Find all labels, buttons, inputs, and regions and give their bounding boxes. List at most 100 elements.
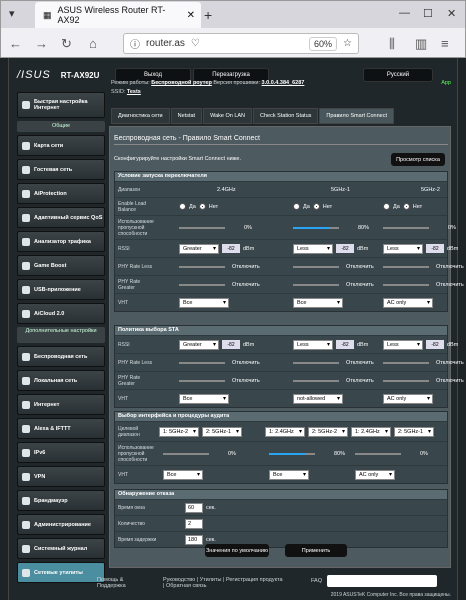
phy-rate-slider[interactable] bbox=[179, 361, 225, 364]
rssi-value[interactable]: -82 bbox=[222, 340, 240, 349]
sidebar-item[interactable]: VPN bbox=[17, 466, 105, 487]
minimize-icon[interactable]: — bbox=[399, 7, 410, 19]
load-balance-no-radio[interactable] bbox=[198, 203, 206, 210]
sidebar-item[interactable]: Alexa & IFTTT bbox=[17, 418, 105, 439]
sidebar-item[interactable]: AiProtection bbox=[17, 183, 105, 204]
close-window-icon[interactable]: ✕ bbox=[447, 7, 456, 20]
back-icon[interactable]: ← bbox=[9, 36, 22, 51]
sidebar-item[interactable]: Беспроводная сеть bbox=[17, 346, 105, 367]
app-link[interactable]: App bbox=[441, 80, 451, 86]
close-tab-icon[interactable]: ✕ bbox=[187, 10, 195, 21]
bandwidth-slider[interactable] bbox=[269, 452, 315, 455]
target-band-select[interactable]: 2: 5GHz-1 bbox=[202, 426, 242, 437]
bounce-input[interactable]: 2 bbox=[185, 518, 203, 529]
sidebar-item[interactable]: IPv6 bbox=[17, 442, 105, 463]
rssi-compare-select[interactable]: Greater bbox=[179, 243, 219, 254]
tab-4[interactable]: Правило Smart Connect bbox=[319, 108, 395, 124]
rssi-value[interactable]: -82 bbox=[336, 244, 354, 253]
bandwidth-slider[interactable] bbox=[383, 226, 429, 229]
rssi-compare-select[interactable]: Less bbox=[293, 243, 333, 254]
rssi-compare-select[interactable]: Less bbox=[293, 339, 333, 350]
target-band-select[interactable]: 1: 2.4GHz bbox=[265, 426, 305, 437]
target-band-select[interactable]: 1: 2.4GHz bbox=[351, 426, 391, 437]
phy-rate-slider[interactable] bbox=[179, 283, 225, 286]
sidebar-item[interactable]: Гостевая сеть bbox=[17, 159, 105, 180]
phy-rate-slider[interactable] bbox=[383, 283, 429, 286]
firmware-link[interactable]: 3.0.0.4.384_6287 bbox=[262, 80, 305, 86]
apply-button[interactable]: Применить bbox=[285, 544, 347, 557]
ssid-link[interactable]: Tests bbox=[127, 89, 141, 95]
tab-2[interactable]: Wake On LAN bbox=[203, 108, 253, 124]
sidebar-item[interactable]: AiCloud 2.0 bbox=[17, 303, 105, 324]
rssi-compare-select[interactable]: Greater bbox=[179, 339, 219, 350]
reload-icon[interactable]: ↻ bbox=[61, 36, 72, 52]
vht-select[interactable]: Все bbox=[293, 297, 343, 308]
bandwidth-slider[interactable] bbox=[293, 226, 339, 229]
sidebar-item-quick-setup[interactable]: Быстрая настройка Интернет bbox=[17, 92, 105, 118]
target-band-select[interactable]: 2: 5GHz-2 bbox=[308, 426, 348, 437]
bulb-icon[interactable]: ♡ bbox=[191, 38, 200, 49]
sidebar-item[interactable]: USB-приложение bbox=[17, 279, 105, 300]
op-mode-link[interactable]: Беспроводной роутер bbox=[151, 80, 212, 86]
phy-rate-slider[interactable] bbox=[179, 265, 225, 268]
rssi-compare-select[interactable]: Less bbox=[383, 243, 423, 254]
bookmark-icon[interactable]: ☆ bbox=[343, 38, 352, 49]
sidebar-item[interactable]: Адаптивный сервис QoS bbox=[17, 207, 105, 228]
sidebar-item[interactable]: Интернет bbox=[17, 394, 105, 415]
rssi-value[interactable]: -82 bbox=[336, 340, 354, 349]
load-balance-no-radio[interactable] bbox=[312, 203, 320, 210]
sidebar-item[interactable]: Карта сети bbox=[17, 135, 105, 156]
bounce-input[interactable]: 180 bbox=[185, 534, 203, 545]
tab-1[interactable]: Netstat bbox=[170, 108, 203, 124]
sidebar-item[interactable]: Game Boost bbox=[17, 255, 105, 276]
vht-select[interactable]: Все bbox=[163, 469, 203, 480]
load-balance-yes-radio[interactable] bbox=[293, 203, 300, 210]
view-list-button[interactable]: Просмотр списка bbox=[391, 153, 445, 166]
home-icon[interactable]: ⌂ bbox=[89, 36, 97, 51]
library-icon[interactable]: ⫼ bbox=[389, 36, 395, 52]
load-balance-no-radio[interactable] bbox=[402, 203, 410, 210]
vht-select[interactable]: Все bbox=[179, 297, 229, 308]
tab-0[interactable]: Диагностика сети bbox=[111, 108, 170, 124]
vht-select[interactable]: AC only bbox=[355, 469, 395, 480]
faq-search-input[interactable] bbox=[327, 575, 437, 587]
bandwidth-slider[interactable] bbox=[163, 452, 209, 455]
sidebar-item[interactable]: Системный журнал bbox=[17, 538, 105, 559]
phy-rate-slider[interactable] bbox=[383, 379, 429, 382]
new-tab-icon[interactable]: + bbox=[204, 7, 212, 23]
load-balance-yes-radio[interactable] bbox=[383, 203, 390, 210]
phy-rate-slider[interactable] bbox=[293, 283, 339, 286]
zoom-level[interactable]: 60% bbox=[309, 36, 338, 51]
bandwidth-slider[interactable] bbox=[355, 452, 401, 455]
load-balance-yes-radio[interactable] bbox=[179, 203, 186, 210]
maximize-icon[interactable]: ☐ bbox=[423, 7, 433, 20]
bounce-input[interactable]: 60 bbox=[185, 502, 203, 513]
phy-rate-slider[interactable] bbox=[293, 265, 339, 268]
phy-rate-slider[interactable] bbox=[383, 361, 429, 364]
vht-select[interactable]: AC only bbox=[383, 297, 433, 308]
tab-3[interactable]: Check Station Status bbox=[253, 108, 319, 124]
vht-select[interactable]: AC only bbox=[383, 393, 433, 404]
help-link[interactable]: Помощь & Поддержка bbox=[97, 577, 151, 589]
browser-tab[interactable]: ▦ ASUS Wireless Router RT-AX92 ✕ bbox=[35, 2, 201, 28]
sidebar-item[interactable]: Брандмауэр bbox=[17, 490, 105, 511]
menu-icon[interactable]: ≡ bbox=[441, 36, 449, 51]
default-button[interactable]: Значения по умолчанию bbox=[205, 544, 269, 557]
phy-rate-slider[interactable] bbox=[179, 379, 225, 382]
vht-select[interactable]: Все bbox=[179, 393, 229, 404]
sidebar-item[interactable]: Анализатор трафика bbox=[17, 231, 105, 252]
sidebar-icon[interactable]: ▥ bbox=[415, 36, 427, 52]
target-band-select[interactable]: 2: 5GHz-1 bbox=[394, 426, 434, 437]
phy-rate-slider[interactable] bbox=[293, 379, 339, 382]
vht-select[interactable]: not-allowed bbox=[293, 393, 343, 404]
rssi-compare-select[interactable]: Less bbox=[383, 339, 423, 350]
sidebar-item[interactable]: Администрирование bbox=[17, 514, 105, 535]
rssi-value[interactable]: -82 bbox=[222, 244, 240, 253]
sidebar-item[interactable]: Локальная сеть bbox=[17, 370, 105, 391]
rssi-value[interactable]: -82 bbox=[426, 244, 444, 253]
bandwidth-slider[interactable] bbox=[179, 226, 225, 229]
rssi-value[interactable]: -82 bbox=[426, 340, 444, 349]
tab-list-icon[interactable]: ▾ bbox=[9, 7, 15, 20]
phy-rate-slider[interactable] bbox=[383, 265, 429, 268]
target-band-select[interactable]: 1: 5GHz-2 bbox=[159, 426, 199, 437]
